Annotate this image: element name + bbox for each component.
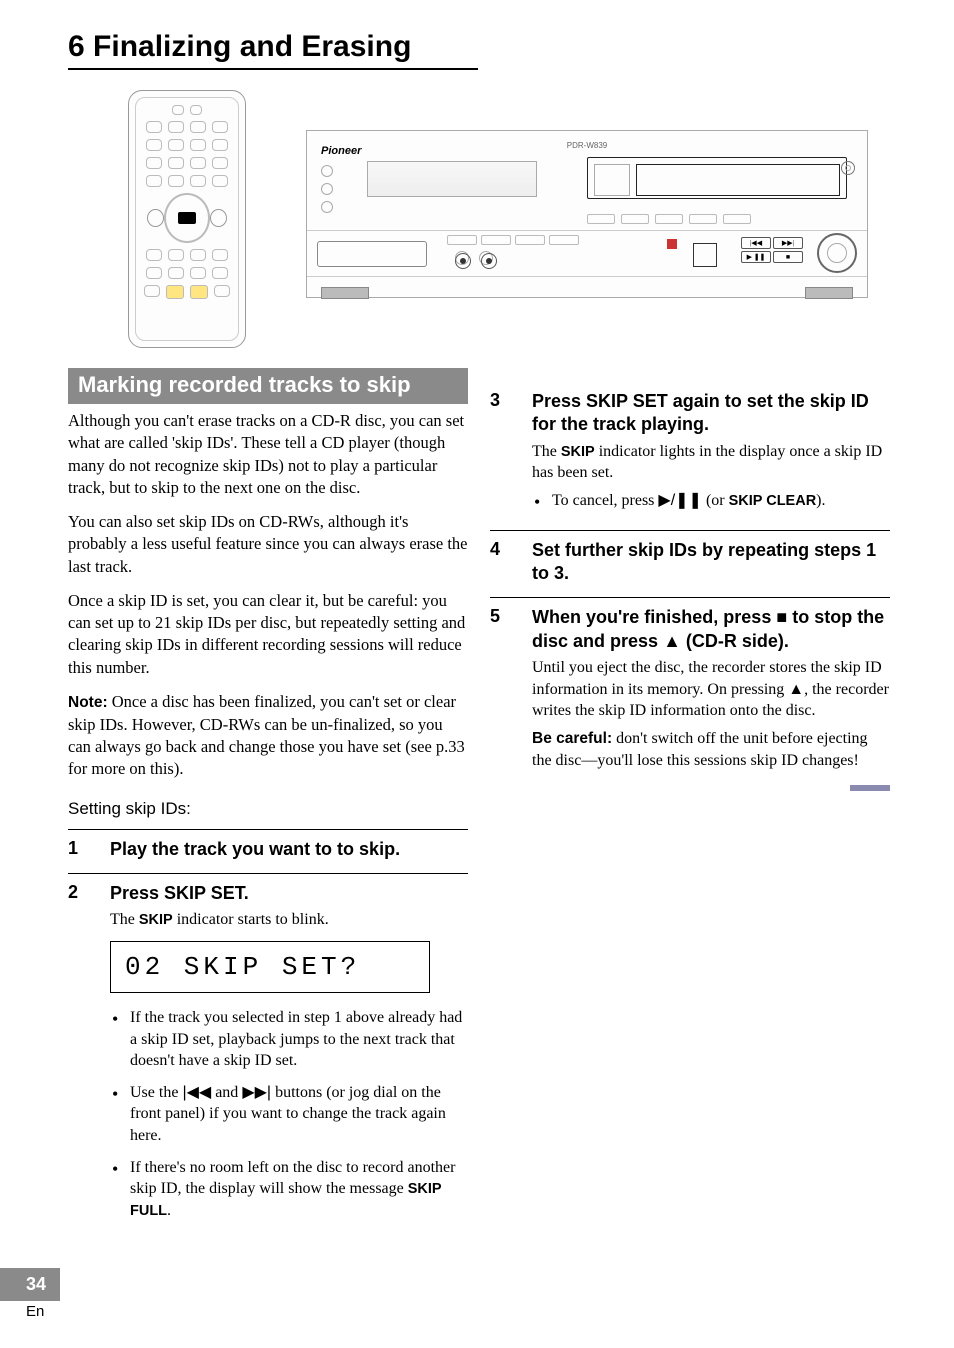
step-text: Until you eject the disc, the recorder s… <box>532 657 890 722</box>
step-number: 1 <box>68 838 88 865</box>
jog-dial-icon <box>817 233 857 273</box>
skip-clear-button-icon <box>190 285 208 299</box>
step-2: 2 Press SKIP SET. The SKIP indicator sta… <box>68 873 468 1231</box>
remote-illustration <box>128 90 246 348</box>
step-text: The SKIP indicator lights in the display… <box>532 441 890 484</box>
chapter-text: Finalizing and Erasing <box>93 30 411 63</box>
brand-label: Pioneer <box>321 145 361 157</box>
step-1: 1 Play the track you want to to skip. <box>68 829 468 865</box>
bullet-item: Use the |◀◀ and ▶▶| buttons (or jog dial… <box>110 1082 468 1147</box>
step-number: 5 <box>490 606 510 777</box>
step-number: 2 <box>68 882 88 1231</box>
step-title: Press SKIP SET. <box>110 882 468 905</box>
power-button-icon <box>841 161 855 175</box>
step-number: 4 <box>490 539 510 590</box>
careful-note: Be careful: don't switch off the unit be… <box>532 728 890 772</box>
subheading: Setting skip IDs: <box>68 799 468 819</box>
bullet-item: If the track you selected in step 1 abov… <box>110 1007 468 1072</box>
figures-row: Pioneer PDR-W839 |◀◀▶▶| ▶ ❚❚■ <box>128 90 910 348</box>
stop-icon <box>178 212 196 224</box>
step-3: 3 Press SKIP SET again to set the skip I… <box>490 382 890 522</box>
step-number: 3 <box>490 390 510 522</box>
chapter-number: 6 <box>68 30 85 63</box>
note-text: Once a disc has been finalized, you can'… <box>68 692 465 778</box>
display-readout: 02 SKIP SET? <box>110 941 430 993</box>
section-heading: Marking recorded tracks to skip <box>68 368 468 404</box>
bullet-item: If there's no room left on the disc to r… <box>110 1157 468 1222</box>
step-title: Press SKIP SET again to set the skip ID … <box>532 390 890 437</box>
intro-para-1: Although you can't erase tracks on a CD-… <box>68 410 468 499</box>
disc-tray-icon <box>317 241 427 267</box>
step-title: When you're finished, press ■ to stop th… <box>532 606 890 653</box>
step-title: Set further skip IDs by repeating steps … <box>532 539 890 586</box>
step-5: 5 When you're finished, press ■ to stop … <box>490 597 890 777</box>
page-footer: 34 En <box>0 1268 60 1320</box>
note-label: Note: <box>68 694 108 711</box>
chapter-title: 6 Finalizing and Erasing <box>68 30 478 70</box>
step-4: 4 Set further skip IDs by repeating step… <box>490 530 890 590</box>
careful-label: Be careful: <box>532 730 612 747</box>
language-code: En <box>26 1303 60 1320</box>
step-text: The SKIP indicator starts to blink. <box>110 909 468 931</box>
intro-para-3: Once a skip ID is set, you can clear it,… <box>68 590 468 679</box>
page-number: 34 <box>0 1268 60 1301</box>
note-para: Note: Once a disc has been finalized, yo… <box>68 691 468 781</box>
model-label: PDR-W839 <box>567 141 607 150</box>
skip-set-button-icon <box>166 285 184 299</box>
step-title: Play the track you want to to skip. <box>110 838 468 861</box>
record-indicator-icon <box>667 239 677 249</box>
accent-bar <box>850 785 890 791</box>
unit-illustration: Pioneer PDR-W839 |◀◀▶▶| ▶ ❚❚■ <box>306 130 868 298</box>
cd-logo-icon <box>693 243 717 267</box>
intro-para-2: You can also set skip IDs on CD-RWs, alt… <box>68 511 468 578</box>
bullet-item: To cancel, press ▶/❚❚ (or SKIP CLEAR). <box>532 490 890 512</box>
skip-indicator-label: SKIP <box>561 444 595 460</box>
skip-indicator-label: SKIP <box>139 912 173 928</box>
